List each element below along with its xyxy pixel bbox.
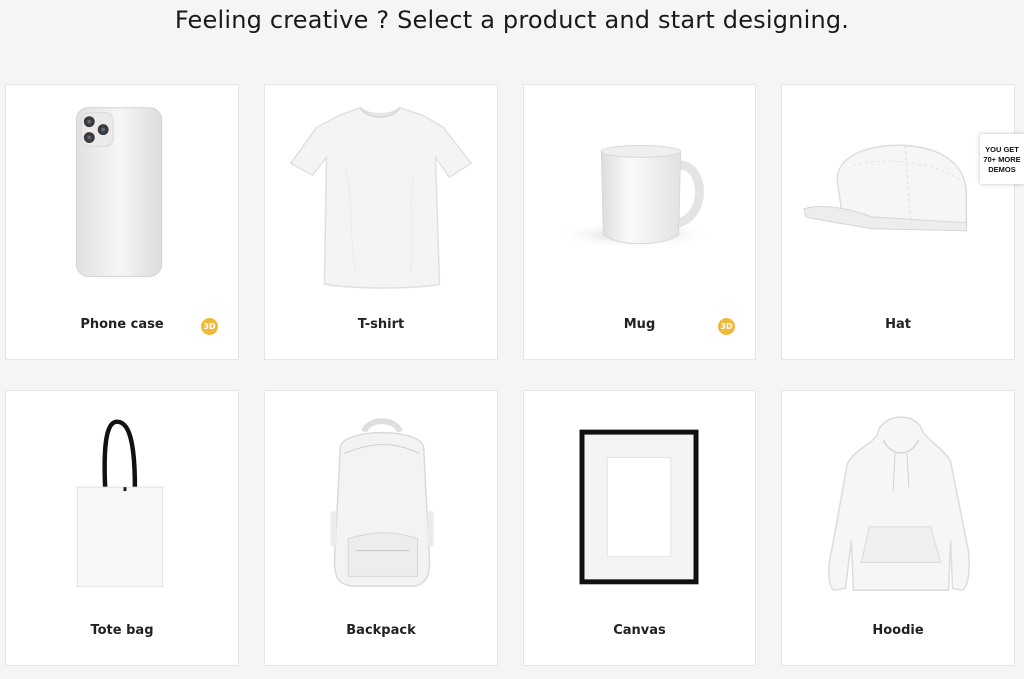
canvas-frame-icon (579, 429, 699, 585)
product-card-tote-bag[interactable]: Tote bag (5, 390, 239, 666)
phone-case-icon (75, 107, 163, 277)
page-title: Feeling creative ? Select a product and … (174, 6, 850, 34)
3d-badge: 3D (201, 318, 218, 335)
product-card-hat[interactable]: Hat (781, 84, 1015, 360)
3d-badge: 3D (718, 318, 735, 335)
product-label: Hoodie (872, 623, 924, 638)
product-label: Hat (885, 317, 911, 332)
product-card-backpack[interactable]: Backpack (264, 390, 498, 666)
more-demos-badge[interactable]: YOU GET 70+ MORE DEMOS (980, 134, 1024, 184)
product-card-hoodie[interactable]: Hoodie (781, 390, 1015, 666)
product-label: Tote bag (90, 623, 154, 638)
product-card-phone-case[interactable]: Phone case 3D (5, 84, 239, 360)
promo-line: DEMOS (988, 165, 1016, 174)
backpack-icon (330, 418, 434, 588)
tshirt-icon (289, 106, 473, 289)
promo-line: 70+ MORE (983, 155, 1021, 164)
tote-bag-icon (76, 419, 164, 587)
product-card-mug[interactable]: Mug 3D (523, 84, 756, 360)
mug-icon (555, 144, 715, 249)
hoodie-icon (828, 416, 970, 592)
product-card-tshirt[interactable]: T-shirt (264, 84, 498, 360)
product-label: Backpack (346, 623, 416, 638)
product-label: T-shirt (357, 317, 405, 332)
product-grid: Phone case 3D T-shirt Mug 3D Hat Tote ba… (5, 84, 1015, 666)
product-label: Canvas (613, 623, 666, 638)
promo-line: YOU GET (985, 145, 1019, 154)
hat-icon (803, 144, 968, 232)
product-card-canvas[interactable]: Canvas (523, 390, 756, 666)
